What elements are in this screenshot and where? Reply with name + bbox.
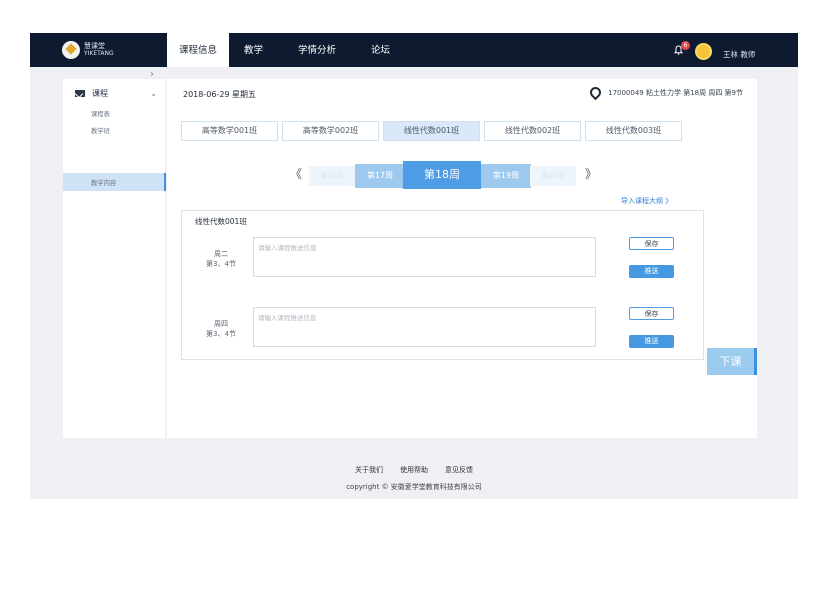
tab-analytics[interactable]: 学情分析 — [287, 33, 347, 67]
logo-icon — [62, 41, 80, 59]
class-tab-active[interactable]: 线性代数001班 — [383, 121, 480, 141]
app-window: 慧课堂 YIKETANG 课程信息 教学 学情分析 论坛 6 王林 教师 › 课… — [30, 33, 798, 499]
sidebar-item-content[interactable]: 教学内容 — [91, 178, 116, 187]
push-button[interactable]: 推送 — [629, 265, 674, 278]
current-date: 2018-06-29 星期五 — [183, 90, 257, 99]
logo: 慧课堂 YIKETANG — [62, 41, 114, 59]
push-message-input[interactable] — [254, 308, 595, 346]
push-button[interactable]: 推送 — [629, 335, 674, 348]
main-nav: 课程信息 教学 学情分析 论坛 — [167, 33, 414, 67]
copyright: copyright © 安徽爱学堂教育科技有限公司 — [346, 483, 482, 491]
week-next-button[interactable]: 》 — [585, 165, 597, 182]
location-text: 17000049 粘土性力学 第18周 周四 第9节 — [608, 88, 743, 97]
user-name[interactable]: 王林 教师 — [723, 49, 755, 60]
logo-title: 慧课堂 — [84, 42, 105, 50]
sidebar-item-classes[interactable]: 教学班 — [91, 126, 110, 135]
slot-sections: 第3、4节 — [206, 330, 236, 338]
class-tab[interactable]: 线性代数003班 — [585, 121, 682, 141]
chevron-up-icon: ⌄ — [150, 89, 157, 98]
main-panel: 2018-06-29 星期五 17000049 粘土性力学 第18周 周四 第9… — [167, 79, 757, 438]
tab-teaching[interactable]: 教学 — [233, 33, 274, 67]
sidebar-section-label: 课程 — [92, 89, 108, 98]
top-navbar: 慧课堂 YIKETANG 课程信息 教学 学情分析 论坛 6 王林 教师 — [30, 33, 798, 67]
location-info: 17000049 粘土性力学 第18周 周四 第9节 — [587, 84, 743, 101]
class-tab[interactable]: 高等数学002班 — [282, 121, 379, 141]
slot-time: 周二 第3、4节 — [200, 249, 242, 269]
slot-day: 周四 — [214, 320, 228, 328]
slot-sections: 第3、4节 — [206, 260, 236, 268]
week-item-current[interactable]: 第18周 — [403, 161, 481, 189]
import-syllabus-link[interactable]: 导入课程大纲 》 — [621, 196, 672, 206]
notification-badge: 6 — [681, 41, 690, 50]
push-message-input[interactable] — [254, 238, 595, 276]
slot-time: 周四 第3、4节 — [200, 319, 242, 339]
end-class-button[interactable]: 下课 — [707, 348, 757, 375]
tab-course-info[interactable]: 课程信息 — [167, 33, 230, 67]
push-slot: 周四 第3、4节 保存 推送 — [182, 307, 703, 355]
class-tab[interactable]: 线性代数002班 — [484, 121, 581, 141]
panel-title: 线性代数001班 — [195, 217, 247, 226]
week-selector: 《 第16周 第17周 第18周 第19周 第20周 》 — [167, 161, 757, 189]
avatar[interactable] — [695, 43, 712, 60]
class-tab[interactable]: 高等数学001班 — [181, 121, 278, 141]
week-item[interactable]: 第16周 — [309, 166, 355, 186]
class-tabs: 高等数学001班 高等数学002班 线性代数001班 线性代数002班 线性代数… — [181, 121, 682, 141]
tab-forum[interactable]: 论坛 — [360, 33, 401, 67]
push-message-box — [253, 237, 596, 277]
footer-link-about[interactable]: 关于我们 — [355, 465, 383, 475]
push-panel: 线性代数001班 周二 第3、4节 保存 推送 周四 第3、4节 — [181, 210, 704, 360]
sidebar: 课程 ⌄ 课程表 教学班 教学内容 — [63, 79, 166, 438]
footer-link-feedback[interactable]: 意见反馈 — [445, 465, 473, 475]
week-item[interactable]: 第17周 — [355, 164, 405, 188]
footer-link-help[interactable]: 使用帮助 — [400, 465, 428, 475]
push-slot: 周二 第3、4节 保存 推送 — [182, 237, 703, 285]
footer-links: 关于我们 使用帮助 意见反馈 — [30, 465, 798, 475]
sidebar-section-course[interactable]: 课程 ⌄ — [75, 88, 157, 99]
push-message-box — [253, 307, 596, 347]
slot-day: 周二 — [214, 250, 228, 258]
save-button[interactable]: 保存 — [629, 237, 674, 250]
sidebar-item-schedule[interactable]: 课程表 — [91, 109, 110, 118]
save-button[interactable]: 保存 — [629, 307, 674, 320]
location-pin-icon — [587, 84, 604, 101]
logo-text: 慧课堂 YIKETANG — [84, 42, 114, 58]
week-item[interactable]: 第20周 — [530, 166, 576, 186]
week-prev-button[interactable]: 《 — [290, 165, 302, 182]
mail-icon — [75, 90, 85, 97]
logo-subtitle: YIKETANG — [84, 50, 114, 57]
week-item[interactable]: 第19周 — [481, 164, 531, 188]
